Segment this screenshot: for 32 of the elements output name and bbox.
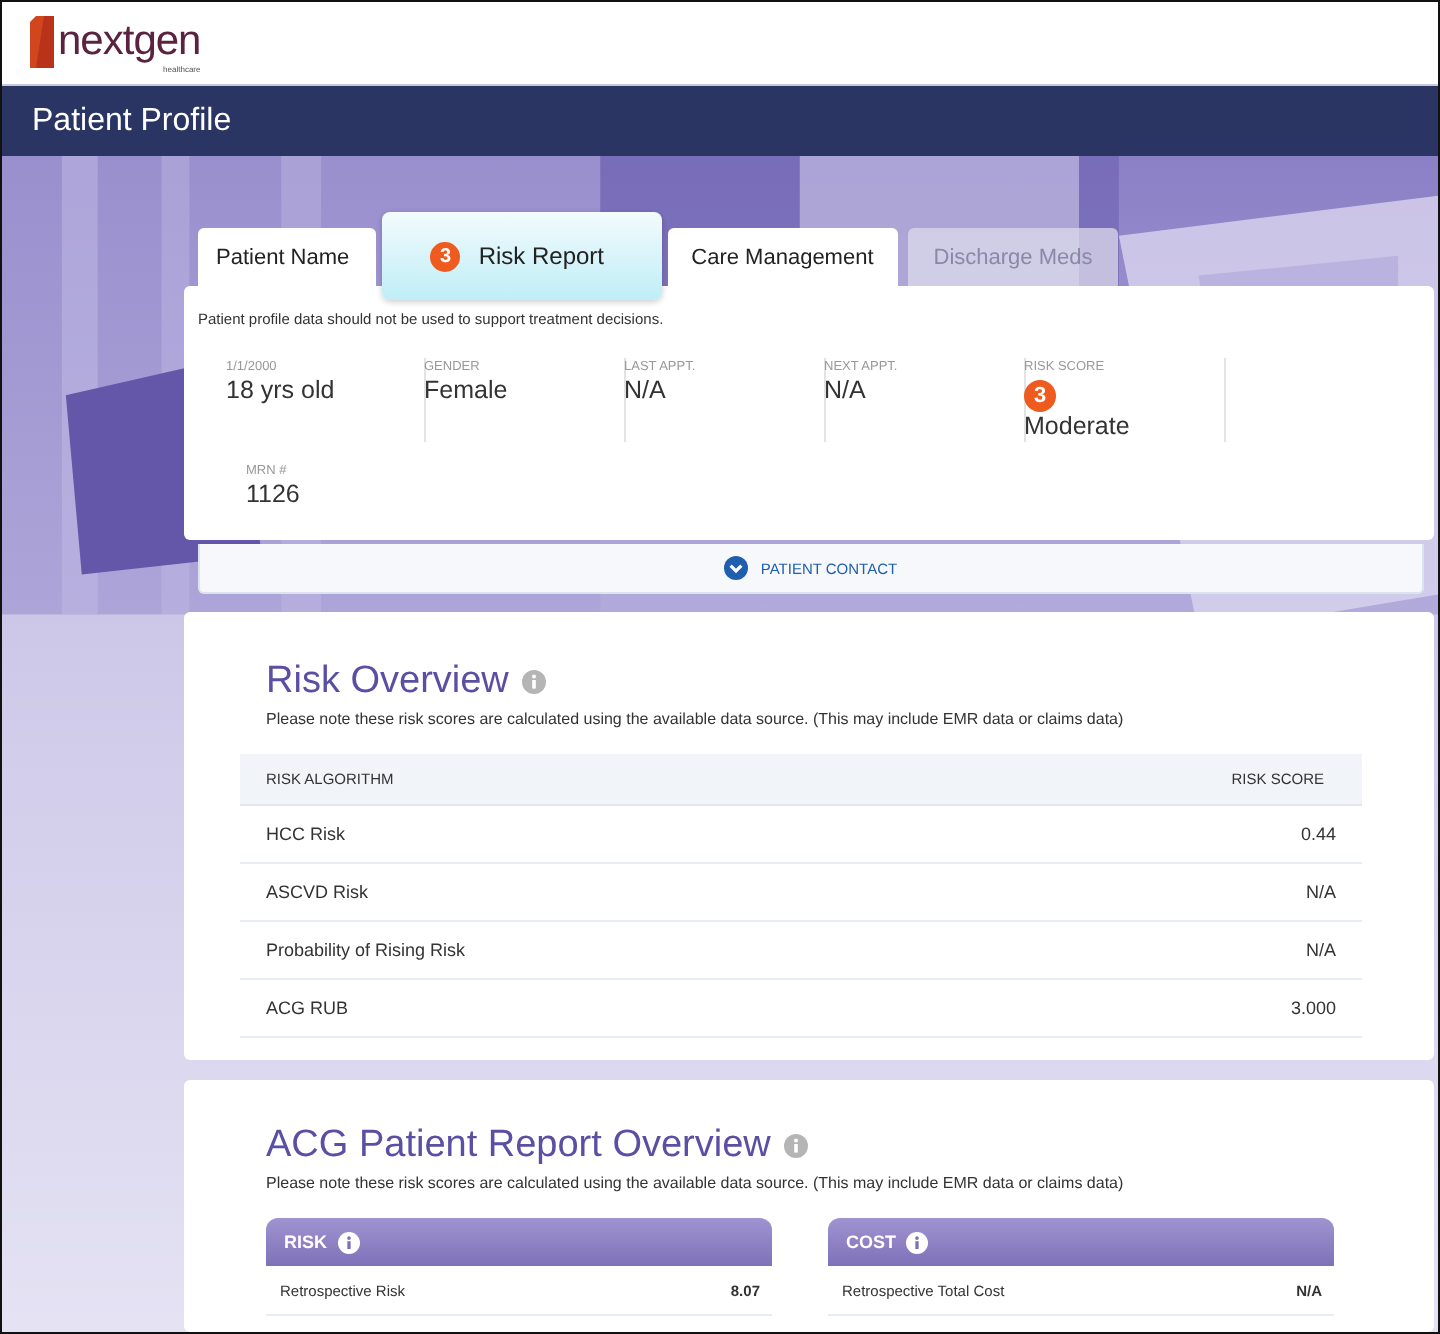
table-cell: ASCVD Risk <box>266 882 369 902</box>
info-icon <box>906 1231 929 1253</box>
tab[interactable]: Care Management <box>667 228 898 286</box>
panel-title: COST <box>846 1232 897 1252</box>
tab[interactable]: 3 Risk Report <box>381 212 662 300</box>
info-icon <box>522 670 547 694</box>
page-title: Patient Profile <box>32 103 232 139</box>
table-cell: N/A <box>1305 882 1336 902</box>
info-icon <box>337 1231 360 1253</box>
chevron-icon <box>724 556 749 580</box>
field-value: N/A <box>824 376 868 406</box>
field-value: Female <box>424 376 510 406</box>
score-badge: 3 <box>1024 380 1056 412</box>
note-text: Please note these risk scores are calculated using the available data source. (This may include EMR data or claims data) <box>266 1174 1126 1192</box>
table-cell: Probability of Rising Risk <box>266 940 466 960</box>
field-value: 1126 <box>246 480 302 510</box>
table-cell: 0.44 <box>1300 824 1336 844</box>
section-title: ACG Patient Report Overview <box>266 1124 771 1168</box>
section-title: Risk Overview <box>266 660 509 704</box>
table-cell: ACG RUB <box>266 998 349 1018</box>
info-icon <box>784 1134 809 1158</box>
count-badge: 3 <box>430 241 461 271</box>
table-cell: 3.000 <box>1290 998 1336 1018</box>
field-value: N/A <box>624 376 668 406</box>
tab[interactable]: Patient Name <box>198 228 376 286</box>
panel-title: RISK <box>284 1232 328 1252</box>
field-value: Moderate <box>1024 412 1132 442</box>
table-cell: N/A <box>1305 940 1336 960</box>
table-cell: HCC Risk <box>266 824 345 844</box>
note-text: Please note these risk scores are calculated using the available data source. (This may include EMR data or claims data) <box>266 710 1126 728</box>
logo-icon <box>30 16 54 68</box>
field-value: 18 yrs old <box>226 376 337 406</box>
